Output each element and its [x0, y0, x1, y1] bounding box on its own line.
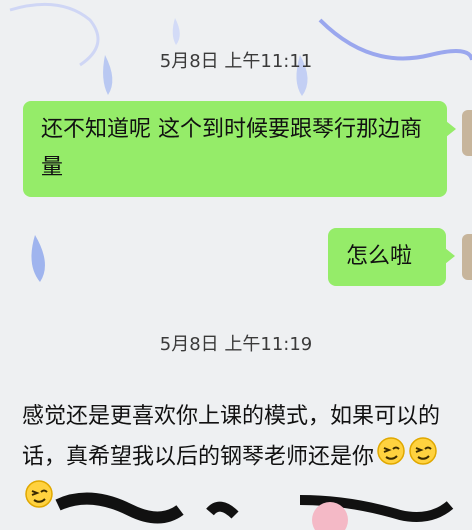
my-avatar[interactable]: [462, 110, 472, 156]
wink-face-icon: [408, 436, 438, 479]
outgoing-message-bubble[interactable]: 怎么啦: [328, 228, 455, 286]
message-text: 还不知道呢 这个到时候要跟琴行那边商量: [41, 117, 422, 180]
timestamp: 5月8日 上午11:19: [159, 334, 313, 355]
outgoing-message-bubble[interactable]: 还不知道呢 这个到时候要跟琴行那边商量: [23, 101, 456, 197]
wink-face-icon: [376, 436, 406, 479]
timestamp: 5月8日 上午11:11: [159, 51, 313, 72]
message-text: 怎么啦: [346, 244, 413, 269]
incoming-message[interactable]: 感觉还是更喜欢你上课的模式，如果可以的话，真希望我以后的钢琴老师还是你: [22, 398, 452, 522]
my-avatar[interactable]: [462, 234, 472, 280]
wink-face-icon: [24, 479, 54, 522]
